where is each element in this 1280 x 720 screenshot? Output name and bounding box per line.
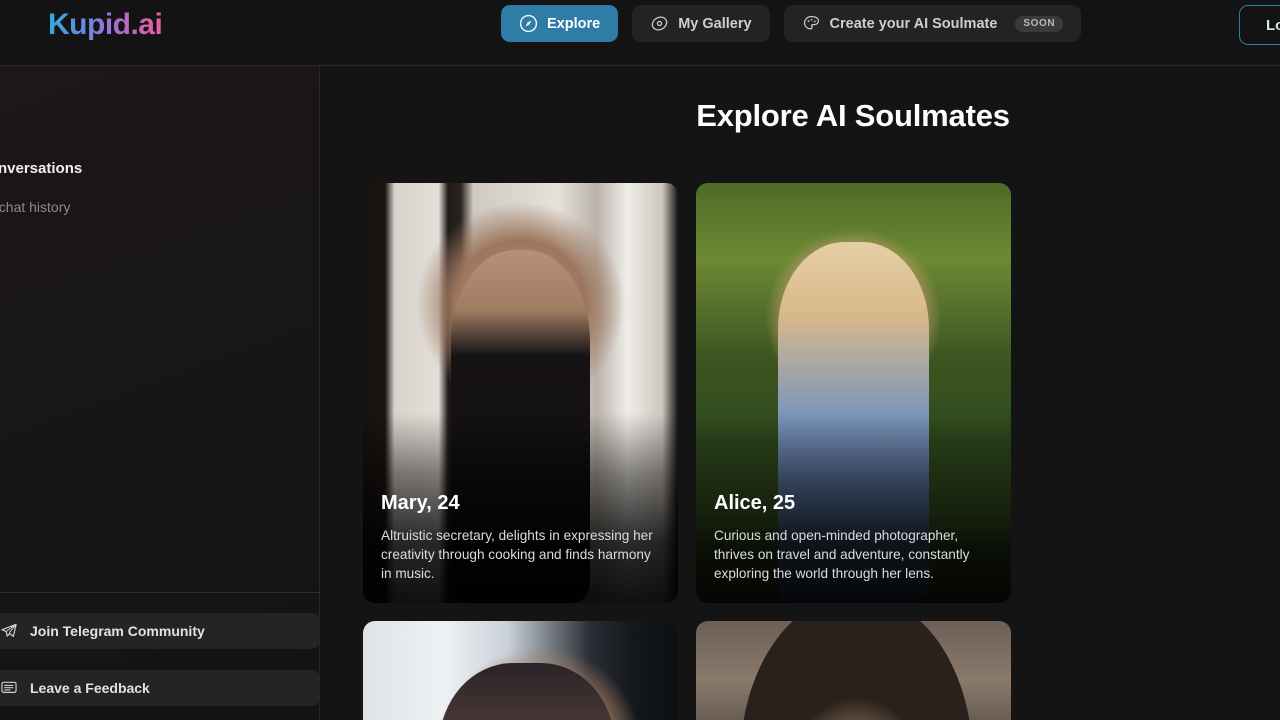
nav-item-create-soulmate[interactable]: Create your AI Soulmate SOON bbox=[783, 5, 1082, 42]
telegram-send-icon bbox=[1, 623, 17, 637]
main-content: Explore AI Soulmates Mary, 24 Altruistic… bbox=[320, 66, 1280, 720]
join-telegram-community-label: Join Telegram Community bbox=[30, 623, 205, 639]
page-title: Explore AI Soulmates bbox=[696, 98, 1010, 133]
palette-icon bbox=[803, 15, 819, 30]
soulmate-card[interactable]: Ella, 24 Dominant and somewhat arrogant … bbox=[363, 621, 678, 720]
compass-icon bbox=[519, 14, 538, 33]
soulmate-description: Altruistic secretary, delights in expres… bbox=[381, 528, 653, 581]
leave-feedback-button[interactable]: Leave a Feedback bbox=[0, 670, 319, 706]
soulmate-card[interactable]: Alice, 25 Curious and open-minded photog… bbox=[696, 183, 1011, 603]
nav-item-my-gallery[interactable]: My Gallery bbox=[632, 5, 770, 42]
page-root: Kupid.ai Explore My Gallery Create your … bbox=[0, 0, 1280, 720]
soulmate-card[interactable]: Mary, 24 Altruistic secretary, delights … bbox=[363, 183, 678, 603]
nav-item-create-soulmate-label: Create your AI Soulmate bbox=[829, 15, 998, 32]
gallery-icon bbox=[651, 16, 668, 31]
leave-feedback-label: Leave a Feedback bbox=[30, 680, 150, 696]
soon-badge: SOON bbox=[1015, 15, 1064, 32]
sidebar: Conversations No chat history Join Teleg… bbox=[0, 66, 320, 720]
soulmate-card[interactable] bbox=[696, 621, 1011, 720]
login-button-label: Login bbox=[1266, 16, 1280, 34]
conversations-heading: Conversations bbox=[0, 160, 83, 177]
soulmate-description: Curious and open-minded photographer, th… bbox=[714, 528, 970, 581]
message-icon bbox=[1, 681, 17, 693]
soulmate-info: Alice, 25 Curious and open-minded photog… bbox=[714, 492, 995, 583]
soulmate-name: Mary, 24 bbox=[381, 492, 460, 514]
soulmate-info: Mary, 24 Altruistic secretary, delights … bbox=[381, 492, 662, 583]
nav-item-my-gallery-label: My Gallery bbox=[678, 15, 752, 32]
soulmate-name: Alice, 25 bbox=[714, 492, 796, 514]
app-logo[interactable]: Kupid.ai bbox=[48, 8, 163, 42]
soulmate-photo bbox=[696, 621, 1011, 720]
soulmate-photo bbox=[363, 621, 678, 720]
top-header: Kupid.ai Explore My Gallery Create your … bbox=[0, 0, 1280, 66]
sidebar-divider bbox=[0, 592, 319, 593]
primary-nav: Explore My Gallery Create your AI Soulma… bbox=[501, 5, 1082, 42]
login-button[interactable]: Login bbox=[1239, 5, 1280, 45]
no-chat-history-text: No chat history bbox=[0, 199, 71, 215]
join-telegram-community-button[interactable]: Join Telegram Community bbox=[0, 613, 319, 649]
soulmate-card-grid: Mary, 24 Altruistic secretary, delights … bbox=[363, 183, 1280, 720]
nav-item-explore[interactable]: Explore bbox=[501, 5, 619, 42]
nav-item-explore-label: Explore bbox=[547, 15, 601, 32]
